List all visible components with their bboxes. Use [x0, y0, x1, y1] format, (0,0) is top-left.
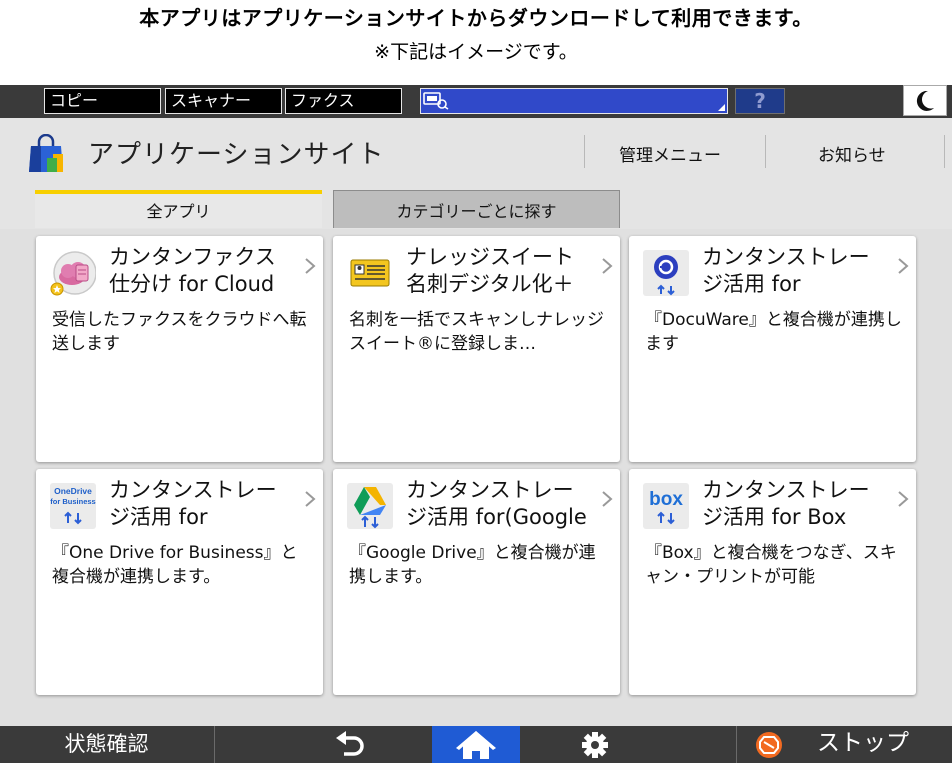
box-icon-text: box — [649, 489, 683, 510]
app-title-line-1: カンタンストレー — [702, 245, 870, 269]
status-check-button[interactable]: 状態確認 — [0, 726, 213, 763]
app-description: 名刺を一括でスキャンしナレッジスイート®に登録しま… — [349, 310, 604, 354]
tab-by-category[interactable]: カテゴリーごとに探す — [333, 190, 620, 228]
business-card-icon — [350, 259, 390, 287]
stop-label: ストップ — [817, 730, 909, 756]
shopping-bag-icon — [29, 134, 63, 172]
moon-icon — [916, 90, 934, 111]
chevron-right-icon — [305, 258, 316, 274]
app-card[interactable]: カンタンストレー ジ活用 for(Google 『Google Drive』と複… — [333, 469, 620, 695]
chevron-right-icon — [602, 491, 613, 507]
app-title: ナレッジスイート 名刺デジタル化＋ — [406, 244, 596, 298]
stop-icon — [756, 732, 782, 758]
onedrive-icon: OneDrive for Business — [50, 483, 96, 529]
app-description: 『One Drive for Business』と複合機が連携します。 — [52, 543, 298, 587]
google-drive-icon — [347, 483, 393, 529]
back-icon[interactable] — [330, 730, 380, 760]
header-divider — [944, 135, 945, 168]
fax-mode-button[interactable]: ファクス — [285, 88, 402, 114]
app-card[interactable]: カンタンストレー ジ活用 for 『DocuWare』と複合機が連携します — [629, 236, 916, 462]
theme-toggle-button[interactable] — [903, 85, 947, 116]
app-title-line-2: ジ活用 for(Google — [406, 505, 587, 529]
app-title: カンタンストレー ジ活用 for — [702, 244, 892, 298]
chevron-right-icon — [898, 258, 909, 274]
app-title-line-2: ジ活用 for Box — [702, 505, 847, 529]
app-grid: カンタンファクス 仕分け for Cloud 受信したファクスをクラウドへ転送し… — [0, 229, 952, 726]
app-description: 『DocuWare』と複合機が連携します — [645, 310, 902, 354]
app-title-line-1: カンタンファクス — [109, 245, 276, 269]
app-description: 受信したファクスをクラウドへ転送します — [52, 310, 307, 354]
app-title-line-1: ナレッジスイート — [406, 245, 574, 269]
app-card[interactable]: box カンタンストレー ジ活用 for Box 『Box』と複合機をつなぎ、ス… — [629, 469, 916, 695]
bottom-bar: 状態確認 ストップ — [0, 726, 952, 763]
job-status-bar[interactable] — [420, 88, 728, 114]
chevron-right-icon — [602, 258, 613, 274]
resize-corner-icon — [718, 104, 725, 111]
bottom-divider — [214, 726, 215, 763]
home-button[interactable] — [432, 726, 520, 763]
home-icon — [456, 731, 496, 759]
app-card[interactable]: カンタンファクス 仕分け for Cloud 受信したファクスをクラウドへ転送し… — [36, 236, 323, 462]
app-title: カンタンストレー ジ活用 for — [109, 477, 299, 531]
caption-line-1: 本アプリはアプリケーションサイトからダウンロードして利用できます。 — [139, 6, 813, 30]
admin-menu-button[interactable]: 管理メニュー — [619, 141, 721, 166]
job-list-icon — [423, 92, 449, 110]
fax-cloud-icon — [50, 251, 96, 296]
docuware-icon — [643, 250, 689, 296]
app-title-line-1: カンタンストレー — [406, 478, 574, 502]
header-divider — [584, 135, 585, 168]
stop-button[interactable]: ストップ — [737, 726, 952, 763]
app-title: カンタンストレー ジ活用 for Box — [702, 477, 892, 531]
gear-icon[interactable] — [578, 730, 612, 760]
onedrive-icon-text-2: for Business — [50, 497, 95, 506]
header-divider — [765, 135, 766, 168]
app-card[interactable]: OneDrive for Business カンタンストレー ジ活用 for 『… — [36, 469, 323, 695]
chevron-right-icon — [898, 491, 909, 507]
tab-all-apps[interactable]: 全アプリ — [35, 190, 322, 228]
copy-mode-button[interactable]: コピー — [44, 88, 161, 114]
onedrive-icon-text-1: OneDrive — [54, 486, 92, 496]
system-bar: コピー スキャナー ファクス ? — [0, 85, 952, 118]
help-button[interactable]: ? — [735, 88, 785, 114]
app-description: 『Box』と複合機をつなぎ、スキャン・プリントが可能 — [645, 543, 897, 587]
caption-line-2: ※下記はイメージです。 — [374, 41, 578, 63]
app-title-line-1: カンタンストレー — [109, 478, 277, 502]
app-title-line-2: ジ活用 for — [109, 505, 208, 529]
app-title: カンタンストレー ジ活用 for(Google — [406, 477, 596, 531]
app-card[interactable]: ナレッジスイート 名刺デジタル化＋ 名刺を一括でスキャンしナレッジスイート®に登… — [333, 236, 620, 462]
app-title: カンタンファクス 仕分け for Cloud — [109, 244, 299, 298]
scanner-mode-button[interactable]: スキャナー — [165, 88, 282, 114]
box-icon: box — [643, 483, 689, 529]
app-title-line-2: 仕分け for Cloud — [109, 272, 275, 296]
app-title-line-2: ジ活用 for — [702, 272, 801, 296]
app-description: 『Google Drive』と複合機が連携します。 — [349, 543, 596, 587]
app-title-line-2: 名刺デジタル化＋ — [406, 272, 574, 296]
notices-button[interactable]: お知らせ — [818, 141, 886, 166]
app-title-line-1: カンタンストレー — [702, 478, 870, 502]
chevron-right-icon — [305, 491, 316, 507]
page-title: アプリケーションサイト — [88, 140, 385, 170]
